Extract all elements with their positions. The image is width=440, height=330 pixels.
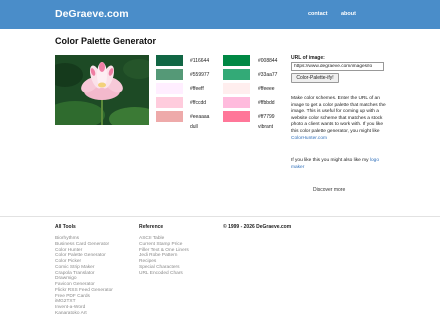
footer-tool-link[interactable]: Kanaratoko Art [55, 311, 113, 317]
vibrant-swatch [223, 111, 250, 122]
discover-more-button[interactable]: Discover more [313, 187, 345, 193]
promo-body: If you like this you might also like my [291, 158, 370, 163]
site-header: DeGraeve.com contact about [0, 0, 440, 29]
dull-label: dull [190, 124, 198, 130]
url-label: URL of image: [291, 55, 325, 61]
vibrant-hex-label: #ffeeee [258, 86, 275, 92]
footer-reference-list: ASCII Table Current Stamp Price Filler Tex… [139, 236, 189, 276]
dull-swatch [156, 83, 183, 94]
vibrant-label: vibrant [258, 124, 274, 130]
vibrant-swatch [223, 55, 250, 66]
vibrant-hex-label: #ff7799 [258, 114, 275, 120]
vibrant-swatch [223, 69, 250, 80]
description-body: Make color schemes. Enter the URL of an … [291, 96, 386, 134]
footer-reference-link[interactable]: URL Encoded Chars [139, 271, 189, 277]
dull-swatch [156, 55, 183, 66]
footer-tool-link[interactable]: Flickr RSS Feed Generator [55, 288, 113, 294]
nav-about-link[interactable]: about [341, 11, 356, 17]
footer-tool-link[interactable]: Business Card Generator [55, 242, 113, 248]
footer-copyright: © 1999 - 2026 DeGraeve.com [223, 224, 292, 230]
page-title: Color Palette Generator [55, 36, 157, 46]
dull-hex-label: #559977 [190, 72, 210, 78]
footer-all-tools-list: Biorhythms Business Card Generator Color H… [55, 236, 113, 317]
nav-contact-link[interactable]: contact [308, 11, 328, 17]
dull-hex-label: #eeaaaa [190, 114, 210, 120]
dull-hex-label: #ffccdd [190, 100, 207, 106]
footer-reference-title: Reference [139, 224, 164, 230]
footer-all-tools-title: All Tools [55, 224, 76, 230]
vibrant-hex-label: #ffbbdd [258, 100, 275, 106]
dull-hex-label: #ffeeff [190, 86, 204, 92]
footer-reference-link[interactable]: Current Stamp Price [139, 242, 189, 248]
source-image [55, 55, 149, 125]
color-palette-ify-button[interactable]: Color-Palette-ify! [291, 73, 339, 83]
image-url-input[interactable] [291, 62, 384, 71]
description-text: Make color schemes. Enter the URL of an … [291, 96, 387, 142]
vibrant-hex-label: #33aa77 [258, 72, 278, 78]
dull-hex-label: #116644 [190, 58, 210, 64]
footer-divider [0, 216, 440, 217]
vibrant-hex-label: #008844 [258, 58, 278, 64]
dull-swatch [156, 97, 183, 108]
colorhunter-link[interactable]: ColorHunter.com [291, 136, 327, 141]
vibrant-swatch [223, 83, 250, 94]
site-logo[interactable]: DeGraeve.com [55, 8, 129, 20]
dull-swatch [156, 69, 183, 80]
promo-text: If you like this you might also like my … [291, 158, 387, 171]
dull-swatch [156, 111, 183, 122]
vibrant-swatch [223, 97, 250, 108]
